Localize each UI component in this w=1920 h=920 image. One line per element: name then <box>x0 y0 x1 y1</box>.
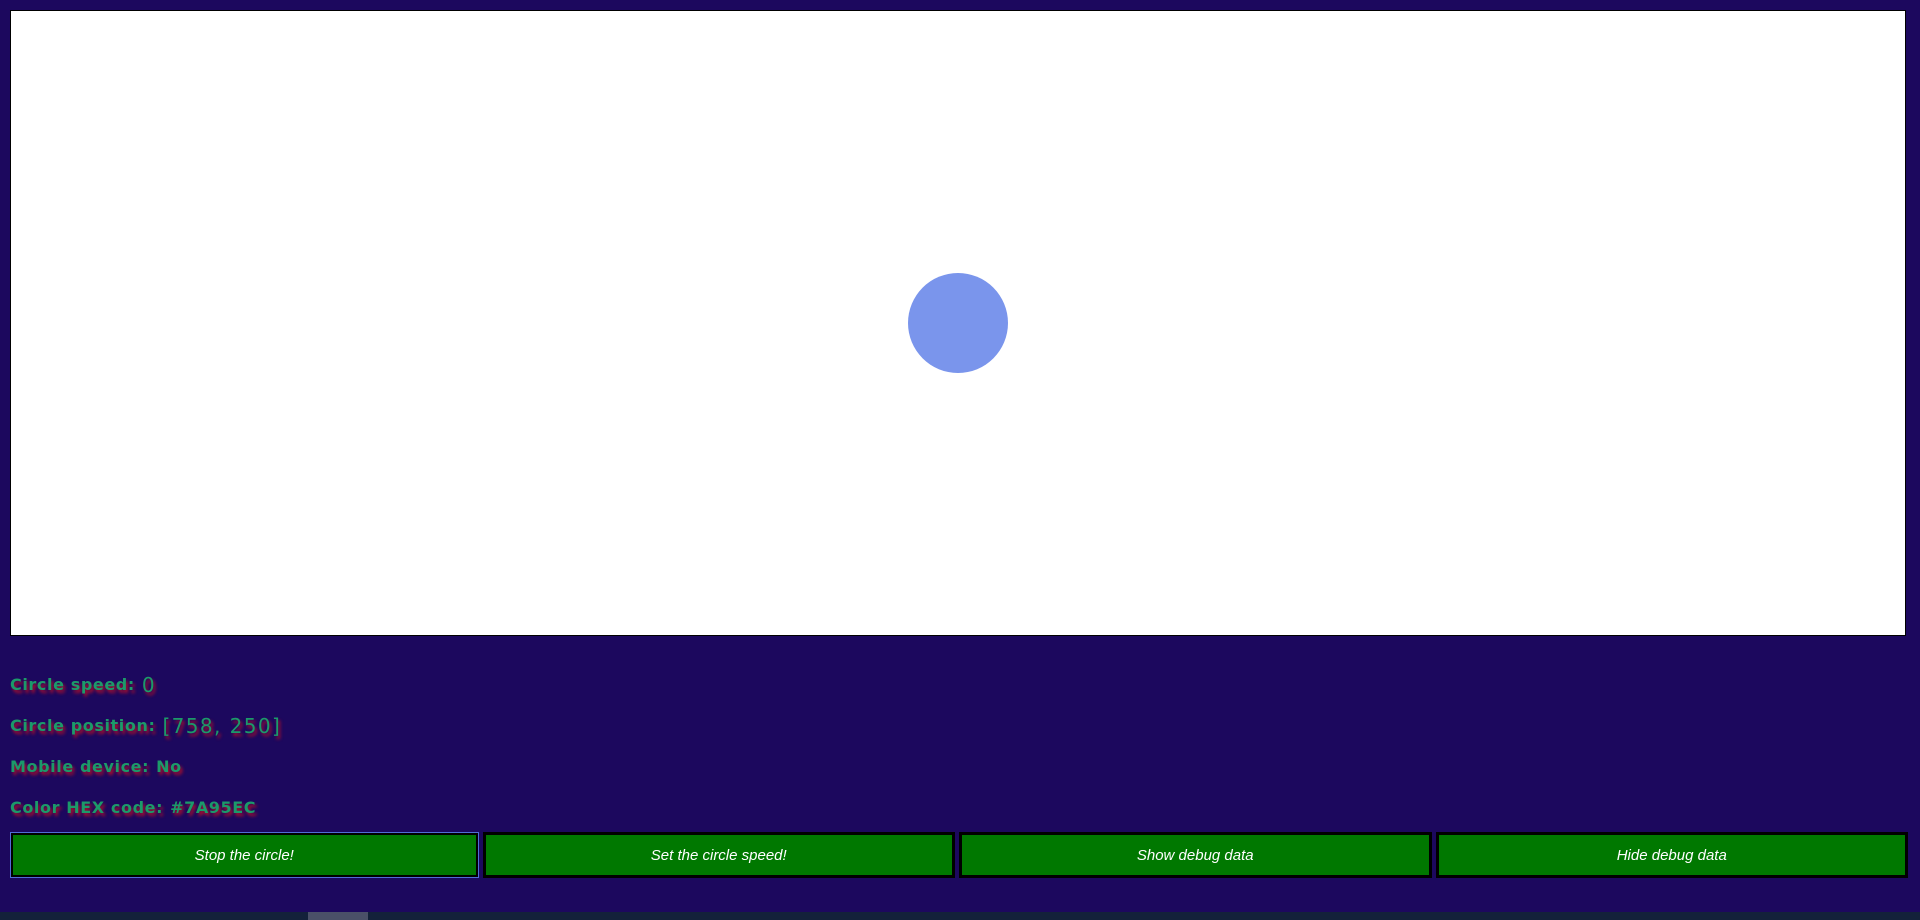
position-readout: Circle position: [758, 250] <box>10 705 910 746</box>
scrollbar-thumb[interactable] <box>308 912 368 920</box>
position-label: Circle position: <box>10 716 156 735</box>
mobile-value: No <box>156 757 182 776</box>
show-debug-button[interactable]: Show debug data <box>959 832 1432 878</box>
set-speed-button[interactable]: Set the circle speed! <box>482 832 955 878</box>
position-value: [758, 250] <box>162 713 282 738</box>
speed-value: 0 <box>141 672 156 697</box>
mobile-label: Mobile device: <box>10 757 150 776</box>
speed-readout: Circle speed: 0 <box>10 664 910 705</box>
moving-circle <box>908 273 1008 373</box>
color-value: #7A95EC <box>170 798 257 817</box>
debug-panel: Circle speed: 0 Circle position: [758, 2… <box>10 664 910 828</box>
stop-circle-button[interactable]: Stop the circle! <box>10 832 479 878</box>
mobile-readout: Mobile device: No <box>10 746 910 787</box>
circle-canvas[interactable] <box>10 10 1906 636</box>
button-bar: Stop the circle! Set the circle speed! S… <box>10 832 1908 878</box>
speed-label: Circle speed: <box>10 675 135 694</box>
hide-debug-button[interactable]: Hide debug data <box>1435 832 1908 878</box>
horizontal-scrollbar[interactable] <box>0 912 1920 920</box>
color-readout: Color HEX code: #7A95EC <box>10 787 910 828</box>
color-label: Color HEX code: <box>10 798 164 817</box>
